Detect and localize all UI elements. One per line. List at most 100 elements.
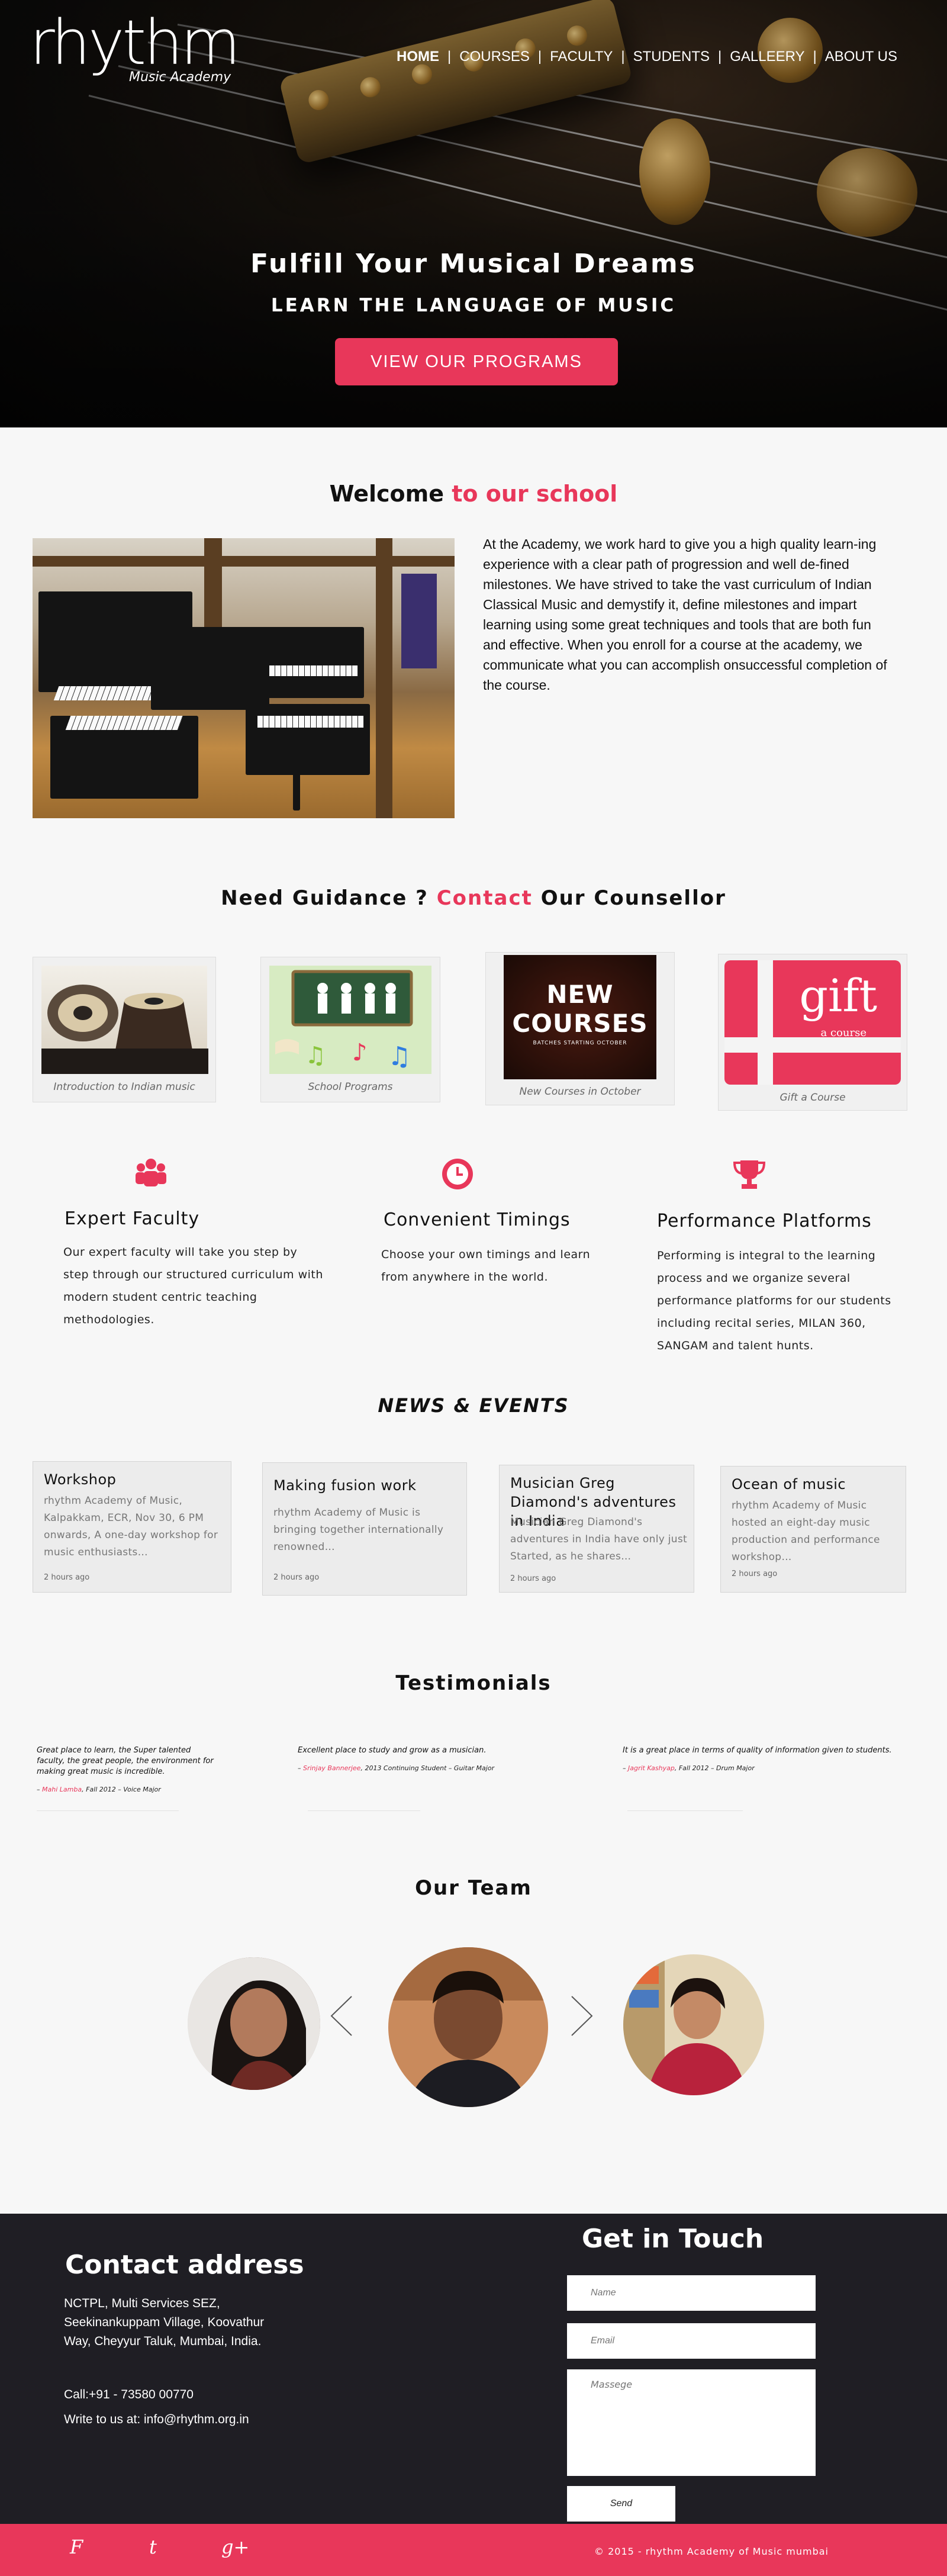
facebook-icon[interactable]: F bbox=[70, 2536, 83, 2558]
testimonial-author: – Srinjay Bannerjee, 2013 Continuing Stu… bbox=[298, 1764, 495, 1772]
testimonial: It is a great place in terms of quality … bbox=[623, 1745, 930, 1774]
logo-subtitle: Music Academy bbox=[129, 70, 231, 85]
news-card-workshop[interactable]: Workshop rhythm Academy of Music, Kalpak… bbox=[33, 1461, 231, 1593]
new-courses-line2: COURSES bbox=[512, 1009, 648, 1038]
google-plus-icon[interactable]: g+ bbox=[221, 2536, 249, 2558]
name-field[interactable] bbox=[567, 2275, 816, 2311]
feature-text: Choose your own timings and learn from a… bbox=[381, 1248, 591, 1284]
nav-courses[interactable]: COURSES bbox=[451, 49, 538, 65]
news-card-time: 2 hours ago bbox=[510, 1574, 556, 1583]
guidance-title-a: Need Guidance ? bbox=[221, 886, 429, 910]
card-caption: School Programs bbox=[308, 1081, 393, 1093]
welcome-text: At the Academy, we work hard to give you… bbox=[483, 536, 887, 693]
hero-title: Fulfill Your Musical Dreams bbox=[250, 249, 697, 279]
course-card-gift[interactable]: gift a course Gift a Course bbox=[718, 954, 907, 1111]
testimonial-author: – Jagrit Kashyap, Fall 2012 – Drum Major bbox=[623, 1764, 755, 1772]
twitter-icon[interactable]: t bbox=[149, 2536, 157, 2558]
feature-title: Expert Faculty bbox=[65, 1208, 200, 1229]
testimonial: Excellent place to study and grow as a m… bbox=[298, 1745, 546, 1774]
testimonial-name: Jagrit Kashyap bbox=[628, 1764, 675, 1772]
news-card-text: Musician Greg Diamond's adventures in In… bbox=[510, 1516, 688, 1562]
feature-title: Performance Platforms bbox=[657, 1211, 872, 1231]
testimonials-title: Testimonials bbox=[395, 1671, 552, 1695]
svg-text:♫: ♫ bbox=[305, 1042, 326, 1069]
course-card-indian-music[interactable]: Introduction to Indian music bbox=[33, 957, 216, 1102]
testimonial-author: – Mahi Lamba, Fall 2012 – Voice Major bbox=[37, 1786, 161, 1793]
get-in-touch-title: Get in Touch bbox=[582, 2224, 764, 2254]
hero-banner: rhythm Music Academy HOME | COURSES | FA… bbox=[0, 0, 947, 427]
svg-text:♫: ♫ bbox=[388, 1041, 411, 1072]
nav-gallery[interactable]: GALLEERY bbox=[721, 49, 813, 65]
nav-faculty[interactable]: FACULTY bbox=[542, 49, 621, 65]
testimonial-name: Srinjay Bannerjee bbox=[303, 1764, 361, 1772]
contact-email[interactable]: Write to us at: info@rhythm.org.in bbox=[64, 2413, 249, 2427]
feature-title: Convenient Timings bbox=[384, 1210, 571, 1230]
feature-text: Performing is integral to the learning p… bbox=[657, 1249, 891, 1352]
gift-word: gift bbox=[799, 969, 877, 1022]
contact-phone[interactable]: Call:+91 - 73580 00770 bbox=[64, 2388, 194, 2402]
team-title: Our Team bbox=[415, 1876, 532, 1900]
new-courses-line1: NEW bbox=[546, 980, 614, 1009]
testimonial-quote: It is a great place in terms of quality … bbox=[623, 1746, 892, 1755]
news-card-time: 2 hours ago bbox=[44, 1573, 90, 1582]
carousel-next-icon[interactable] bbox=[571, 1995, 594, 2037]
testimonial-detail: , Fall 2012 – Drum Major bbox=[674, 1764, 755, 1772]
tabla-image bbox=[41, 966, 208, 1074]
testimonial: Great place to learn, the Super talented… bbox=[37, 1745, 214, 1795]
contact-address: NCTPL, Multi Services SEZ, Seekinankuppa… bbox=[64, 2297, 265, 2348]
nav-home[interactable]: HOME bbox=[388, 49, 447, 65]
news-card-text: rhythm Academy of Music, Kalpakkam, ECR,… bbox=[44, 1495, 218, 1558]
page: rhythm Music Academy HOME | COURSES | FA… bbox=[0, 0, 947, 2576]
team-member-avatar[interactable] bbox=[388, 1947, 548, 2107]
welcome-title-b: to our school bbox=[452, 481, 618, 507]
team-member-avatar[interactable] bbox=[623, 1954, 764, 2095]
email-field[interactable] bbox=[567, 2323, 816, 2359]
news-card-title: Ocean of music bbox=[732, 1476, 846, 1493]
testimonial-detail: , Fall 2012 – Voice Major bbox=[82, 1786, 161, 1793]
svg-text:♪: ♪ bbox=[352, 1039, 368, 1066]
welcome-title: Welcome to our school bbox=[0, 481, 947, 507]
card-caption: Gift a Course bbox=[779, 1092, 846, 1104]
news-card-time: 2 hours ago bbox=[732, 1570, 778, 1578]
school-programs-image: ♫ ♪ ♫ bbox=[269, 966, 431, 1074]
testimonial-quote: Excellent place to study and grow as a m… bbox=[298, 1746, 487, 1755]
piano-classroom-image bbox=[33, 538, 455, 818]
guidance-title-c: Our Counsellor bbox=[540, 886, 726, 910]
send-button[interactable]: Send bbox=[567, 2486, 675, 2522]
new-courses-image: NEW COURSES BATCHES STARTING OCTOBER bbox=[504, 955, 656, 1079]
news-title: NEWS & EVENTS bbox=[378, 1394, 569, 1417]
main-nav: HOME | COURSES | FACULTY | STUDENTS | GA… bbox=[388, 49, 906, 65]
course-card-school-programs[interactable]: ♫ ♪ ♫ School Programs bbox=[260, 957, 440, 1102]
logo[interactable]: rhythm Music Academy bbox=[30, 7, 240, 85]
logo-word: rhythm bbox=[30, 7, 240, 79]
carousel-prev-icon[interactable] bbox=[329, 1995, 353, 2037]
course-card-new-courses[interactable]: NEW COURSES BATCHES STARTING OCTOBER New… bbox=[485, 952, 675, 1105]
view-programs-button[interactable]: VIEW OUR PROGRAMS bbox=[335, 338, 618, 385]
trophy-icon bbox=[733, 1160, 766, 1189]
new-courses-line3: BATCHES STARTING OCTOBER bbox=[533, 1040, 627, 1046]
nav-students[interactable]: STUDENTS bbox=[625, 49, 718, 65]
clock-icon bbox=[442, 1159, 473, 1189]
news-card-time: 2 hours ago bbox=[273, 1573, 320, 1582]
team-member-avatar[interactable] bbox=[188, 1957, 320, 2090]
testimonial-name: Mahi Lamba bbox=[42, 1786, 82, 1793]
card-caption: New Courses in October bbox=[519, 1086, 641, 1098]
news-card-fusion[interactable]: Making fusion work rhythm Academy of Mus… bbox=[262, 1462, 467, 1596]
contact-title: Contact address bbox=[65, 2250, 304, 2280]
card-caption: Introduction to Indian music bbox=[53, 1081, 195, 1093]
news-card-title: Making fusion work bbox=[273, 1477, 417, 1494]
welcome-title-a: Welcome bbox=[329, 481, 444, 507]
copyright: © 2015 - rhythm Academy of Music mumbai bbox=[594, 2546, 829, 2557]
gift-sub: a course bbox=[820, 1027, 867, 1039]
hero-subtitle: LEARN THE LANGUAGE OF MUSIC bbox=[270, 295, 677, 316]
group-icon bbox=[136, 1159, 166, 1186]
gift-card-image: gift a course bbox=[724, 960, 901, 1085]
guidance-title-b: Contact bbox=[436, 886, 533, 910]
testimonial-detail: , 2013 Continuing Student – Guitar Major bbox=[360, 1764, 495, 1772]
message-field[interactable] bbox=[567, 2369, 816, 2476]
feature-text: Our expert faculty will take you step by… bbox=[63, 1246, 323, 1326]
news-card-greg-diamond[interactable]: Musician Greg Diamond's adventures in In… bbox=[499, 1465, 694, 1593]
news-card-text: rhythm Academy of Music is bringing toge… bbox=[273, 1507, 444, 1553]
nav-about-us[interactable]: ABOUT US bbox=[817, 49, 906, 65]
news-card-ocean-of-music[interactable]: Ocean of music rhythm Academy of Music h… bbox=[720, 1466, 906, 1593]
